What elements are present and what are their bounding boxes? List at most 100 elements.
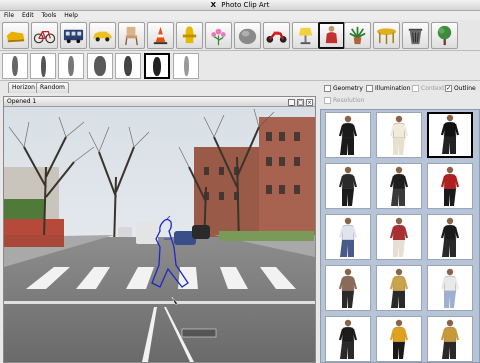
resolution-checkbox bbox=[324, 97, 331, 104]
outline-option[interactable]: ✓ Outline bbox=[445, 85, 476, 92]
options-panel: Geometry Illumination Context ✓ Outline R… bbox=[322, 84, 480, 108]
close-window-button[interactable]: X bbox=[211, 1, 216, 9]
gallery-item[interactable] bbox=[325, 265, 371, 311]
context-option: Context bbox=[412, 85, 445, 92]
car-icon bbox=[92, 31, 113, 42]
variant-button[interactable] bbox=[115, 53, 141, 79]
variant-button[interactable] bbox=[30, 53, 56, 79]
menu-help[interactable]: Help bbox=[64, 12, 78, 19]
resolution-option: Resolution bbox=[324, 97, 364, 104]
geometry-option[interactable]: Geometry bbox=[324, 85, 363, 92]
category-button-traffic-cone[interactable] bbox=[147, 22, 174, 49]
gallery-item[interactable] bbox=[427, 316, 473, 362]
bus-icon bbox=[63, 29, 84, 44]
maximize-icon[interactable]: □ bbox=[297, 99, 304, 106]
illumination-checkbox[interactable] bbox=[366, 85, 373, 92]
gallery-item[interactable] bbox=[376, 112, 422, 158]
context-checkbox bbox=[412, 85, 419, 92]
motorcycle-icon bbox=[266, 31, 287, 43]
person-silhouette-icon bbox=[68, 56, 74, 76]
category-toolbar bbox=[0, 20, 480, 51]
person-figure-icon bbox=[440, 217, 460, 257]
category-button-rock[interactable] bbox=[234, 22, 261, 49]
menu-bar: File Edit Tools Help bbox=[0, 11, 480, 20]
window-titlebar: X Photo Clip Art bbox=[0, 0, 480, 11]
person-figure-icon bbox=[338, 319, 358, 359]
lamp-icon bbox=[298, 27, 313, 45]
category-button-trash-can[interactable] bbox=[402, 22, 429, 49]
variant-toolbar bbox=[0, 51, 480, 81]
chair-icon bbox=[125, 26, 138, 46]
category-button-sofa[interactable] bbox=[2, 22, 29, 49]
tab-horizon[interactable]: Horizon bbox=[8, 82, 39, 93]
gallery-item[interactable] bbox=[427, 163, 473, 209]
category-button-person[interactable] bbox=[318, 22, 345, 49]
variant-button[interactable] bbox=[87, 53, 113, 79]
person-figure-icon bbox=[389, 268, 409, 308]
gallery-item[interactable] bbox=[427, 112, 473, 158]
person-figure-icon bbox=[440, 166, 460, 206]
clip-gallery bbox=[320, 109, 480, 363]
category-button-potted-plant[interactable] bbox=[344, 22, 371, 49]
trash-can-icon bbox=[408, 28, 423, 45]
gallery-item[interactable] bbox=[376, 214, 422, 260]
person-silhouette-icon bbox=[124, 56, 132, 76]
document-window: Opened 1 _ □ × bbox=[3, 96, 316, 363]
category-button-chair[interactable] bbox=[118, 22, 145, 49]
person-silhouette-icon bbox=[12, 56, 18, 76]
variant-button[interactable] bbox=[173, 53, 199, 79]
minimize-icon[interactable]: _ bbox=[288, 99, 295, 106]
gallery-item[interactable] bbox=[325, 112, 371, 158]
gallery-item[interactable] bbox=[325, 316, 371, 362]
window-title: Photo Clip Art bbox=[221, 1, 270, 9]
person-figure-icon bbox=[389, 166, 409, 206]
fire-hydrant-icon bbox=[182, 26, 197, 44]
gallery-item[interactable] bbox=[376, 163, 422, 209]
category-button-motorcycle[interactable] bbox=[263, 22, 290, 49]
document-title: Opened 1 bbox=[7, 98, 37, 105]
category-button-car[interactable] bbox=[89, 22, 116, 49]
document-titlebar: Opened 1 _ □ × bbox=[4, 97, 315, 107]
person-figure-icon bbox=[440, 268, 460, 308]
person-silhouette-icon bbox=[40, 55, 46, 77]
category-button-flower[interactable] bbox=[205, 22, 232, 49]
gallery-item[interactable] bbox=[325, 214, 371, 260]
variant-button[interactable] bbox=[2, 53, 28, 79]
person-silhouette-icon bbox=[94, 56, 106, 76]
gallery-item[interactable] bbox=[427, 214, 473, 260]
sofa-icon bbox=[6, 31, 25, 43]
category-button-bicycle[interactable] bbox=[31, 22, 58, 49]
gallery-item[interactable] bbox=[325, 163, 371, 209]
person-silhouette-icon bbox=[183, 56, 189, 76]
category-button-bus[interactable] bbox=[60, 22, 87, 49]
outline-checkbox[interactable]: ✓ bbox=[445, 85, 452, 92]
person-icon bbox=[325, 25, 338, 44]
person-figure-icon bbox=[440, 114, 460, 154]
illumination-option[interactable]: Illumination bbox=[366, 85, 410, 92]
variant-button-selected[interactable] bbox=[144, 53, 170, 79]
close-icon[interactable]: × bbox=[306, 99, 313, 106]
tab-random[interactable]: Random bbox=[36, 82, 69, 93]
flower-icon bbox=[211, 28, 226, 46]
tree-icon bbox=[437, 25, 452, 46]
category-button-fire-hydrant[interactable] bbox=[176, 22, 203, 49]
table-icon bbox=[376, 28, 397, 45]
person-silhouette-icon bbox=[153, 56, 161, 76]
person-figure-icon bbox=[389, 115, 409, 155]
category-button-lamp[interactable] bbox=[292, 22, 319, 49]
category-button-table[interactable] bbox=[373, 22, 400, 49]
menu-edit[interactable]: Edit bbox=[22, 12, 34, 19]
variant-button[interactable] bbox=[58, 53, 84, 79]
menu-file[interactable]: File bbox=[4, 12, 14, 19]
photo-canvas[interactable] bbox=[4, 107, 315, 362]
person-figure-icon bbox=[338, 217, 358, 257]
person-figure-icon bbox=[338, 115, 358, 155]
person-figure-icon bbox=[338, 268, 358, 308]
gallery-item[interactable] bbox=[427, 265, 473, 311]
gallery-item[interactable] bbox=[376, 265, 422, 311]
potted-plant-icon bbox=[349, 26, 366, 45]
category-button-tree[interactable] bbox=[431, 22, 458, 49]
geometry-checkbox[interactable] bbox=[324, 85, 331, 92]
gallery-item[interactable] bbox=[376, 316, 422, 362]
menu-tools[interactable]: Tools bbox=[42, 12, 57, 19]
